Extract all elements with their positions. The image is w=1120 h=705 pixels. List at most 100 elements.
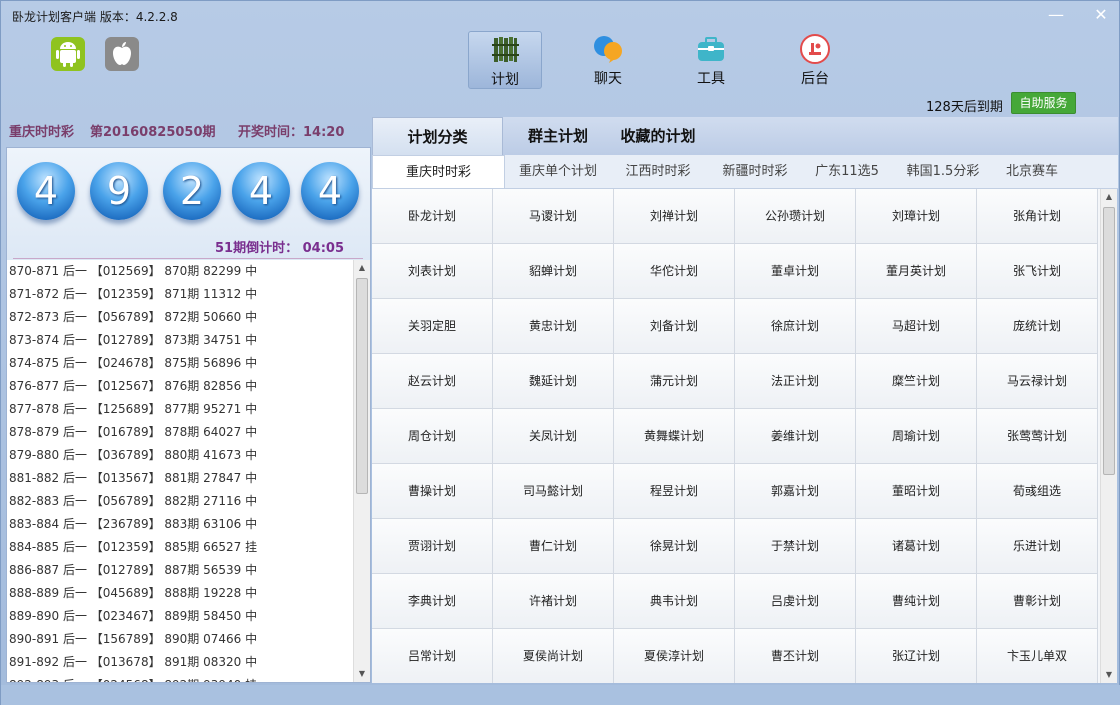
history-row: 882-883 后一 【056789】 882期 27116 中 bbox=[9, 494, 258, 508]
expire-text: 128天后到期 bbox=[926, 100, 1003, 115]
app-window: 卧龙计划客户端 版本：4.2.2.8 — ✕ 计划 聊天 工具 后台 128天后… bbox=[0, 0, 1120, 705]
nav-tools[interactable]: 工具 bbox=[674, 31, 748, 89]
plan-item[interactable]: 姜维计划 bbox=[735, 409, 856, 464]
history-row: 888-889 后一 【045689】 888期 19228 中 bbox=[9, 586, 258, 600]
plan-item[interactable]: 曹仁计划 bbox=[493, 519, 614, 574]
plan-item[interactable]: 刘璋计划 bbox=[856, 189, 977, 244]
apple-icon[interactable] bbox=[105, 37, 139, 71]
plan-item[interactable]: 典韦计划 bbox=[614, 574, 735, 629]
plan-item[interactable]: 关羽定胆 bbox=[372, 299, 493, 354]
plan-item[interactable]: 刘表计划 bbox=[372, 244, 493, 299]
plan-item[interactable]: 曹丕计划 bbox=[735, 629, 856, 683]
window-title: 卧龙计划客户端 版本：4.2.2.8 bbox=[12, 10, 178, 24]
history-row: 871-872 后一 【012359】 871期 11312 中 bbox=[9, 287, 258, 301]
nav-backend[interactable]: 后台 bbox=[778, 31, 852, 89]
minimize-button[interactable]: — bbox=[1043, 4, 1069, 26]
plan-item[interactable]: 诸葛计划 bbox=[856, 519, 977, 574]
plan-item[interactable]: 张莺莺计划 bbox=[977, 409, 1098, 464]
plan-item[interactable]: 卞玉儿单双 bbox=[977, 629, 1098, 683]
plan-item[interactable]: 刘备计划 bbox=[614, 299, 735, 354]
plan-item[interactable]: 司马懿计划 bbox=[493, 464, 614, 519]
history-row: 870-871 后一 【012569】 870期 82299 中 bbox=[9, 264, 258, 278]
result-ball: 4 bbox=[17, 162, 75, 220]
plan-item[interactable]: 董昭计划 bbox=[856, 464, 977, 519]
lottery-game: 重庆时时彩 bbox=[9, 125, 75, 140]
history-list[interactable]: 870-871 后一 【012569】 870期 82299 中 871-872 … bbox=[7, 260, 353, 682]
history-row: 892-893 后一 【024568】 892期 93940 挂 bbox=[7, 674, 353, 682]
plan-item[interactable]: 贾诩计划 bbox=[372, 519, 493, 574]
draw-time: 开奖时间：14:20 bbox=[238, 125, 345, 140]
plan-item[interactable]: 黄舞蝶计划 bbox=[614, 409, 735, 464]
scroll-thumb[interactable] bbox=[1103, 207, 1115, 475]
plan-item[interactable]: 赵云计划 bbox=[372, 354, 493, 409]
plan-item[interactable]: 张角计划 bbox=[977, 189, 1098, 244]
plan-item[interactable]: 曹操计划 bbox=[372, 464, 493, 519]
plan-item[interactable]: 李典计划 bbox=[372, 574, 493, 629]
subtab-cq-single[interactable]: 重庆单个计划 bbox=[507, 155, 609, 188]
plan-item[interactable]: 黄忠计划 bbox=[493, 299, 614, 354]
plan-item[interactable]: 张飞计划 bbox=[977, 244, 1098, 299]
scroll-up-arrow[interactable]: ▲ bbox=[354, 260, 370, 276]
plan-item[interactable]: 貂蝉计划 bbox=[493, 244, 614, 299]
plan-item[interactable]: 马谡计划 bbox=[493, 189, 614, 244]
plan-item[interactable]: 董月英计划 bbox=[856, 244, 977, 299]
nav-plan-label: 计划 bbox=[491, 72, 519, 88]
plan-item[interactable]: 许褚计划 bbox=[493, 574, 614, 629]
plan-item[interactable]: 郭嘉计划 bbox=[735, 464, 856, 519]
subtab-bjpk10[interactable]: 北京赛车 bbox=[999, 155, 1065, 188]
plan-item[interactable]: 周仓计划 bbox=[372, 409, 493, 464]
plan-item[interactable]: 蒲元计划 bbox=[614, 354, 735, 409]
plan-item[interactable]: 徐庶计划 bbox=[735, 299, 856, 354]
plan-item[interactable]: 曹彰计划 bbox=[977, 574, 1098, 629]
divider bbox=[13, 258, 363, 259]
nav-chat[interactable]: 聊天 bbox=[571, 31, 645, 89]
plan-item[interactable]: 糜竺计划 bbox=[856, 354, 977, 409]
plan-item[interactable]: 乐进计划 bbox=[977, 519, 1098, 574]
plan-item[interactable]: 夏侯淳计划 bbox=[614, 629, 735, 683]
history-row: 878-879 后一 【016789】 878期 64027 中 bbox=[9, 425, 258, 439]
plan-item[interactable]: 马云禄计划 bbox=[977, 354, 1098, 409]
plan-item[interactable]: 于禁计划 bbox=[735, 519, 856, 574]
plan-item[interactable]: 法正计划 bbox=[735, 354, 856, 409]
plan-item[interactable]: 荀彧组选 bbox=[977, 464, 1098, 519]
nav-plan[interactable]: 计划 bbox=[468, 31, 542, 89]
subtab-xjssc[interactable]: 新疆时时彩 bbox=[709, 155, 801, 188]
plan-item[interactable]: 公孙瓒计划 bbox=[735, 189, 856, 244]
plan-item[interactable]: 卧龙计划 bbox=[372, 189, 493, 244]
toolbox-icon bbox=[698, 37, 724, 61]
tab-plan-category[interactable]: 计划分类 bbox=[372, 117, 503, 155]
subtab-korea15[interactable]: 韩国1.5分彩 bbox=[893, 155, 993, 188]
plan-item[interactable]: 关凤计划 bbox=[493, 409, 614, 464]
scroll-up-arrow[interactable]: ▲ bbox=[1101, 189, 1117, 205]
history-scrollbar[interactable]: ▲ ▼ bbox=[353, 260, 370, 682]
plan-item[interactable]: 庞统计划 bbox=[977, 299, 1098, 354]
self-service-button[interactable]: 自助服务 bbox=[1011, 92, 1076, 114]
tab-favorite-plan[interactable]: 收藏的计划 bbox=[608, 117, 708, 155]
status-bar bbox=[1, 685, 1120, 705]
subtab-gd11x5[interactable]: 广东11选5 bbox=[807, 155, 887, 188]
scroll-thumb[interactable] bbox=[356, 278, 368, 494]
plan-item[interactable]: 董卓计划 bbox=[735, 244, 856, 299]
plan-item[interactable]: 马超计划 bbox=[856, 299, 977, 354]
android-icon[interactable] bbox=[51, 37, 85, 71]
plan-scrollbar[interactable]: ▲ ▼ bbox=[1100, 189, 1117, 683]
plan-item[interactable]: 曹纯计划 bbox=[856, 574, 977, 629]
plan-item[interactable]: 魏延计划 bbox=[493, 354, 614, 409]
tab-owner-plan[interactable]: 群主计划 bbox=[508, 117, 608, 155]
subtab-jxssc[interactable]: 江西时时彩 bbox=[613, 155, 703, 188]
history-row: 874-875 后一 【024678】 875期 56896 中 bbox=[9, 356, 258, 370]
close-button[interactable]: ✕ bbox=[1088, 4, 1114, 26]
plan-item[interactable]: 程昱计划 bbox=[614, 464, 735, 519]
plan-item[interactable]: 刘禅计划 bbox=[614, 189, 735, 244]
plan-item[interactable]: 夏侯尚计划 bbox=[493, 629, 614, 683]
plan-item[interactable]: 吕常计划 bbox=[372, 629, 493, 683]
scroll-down-arrow[interactable]: ▼ bbox=[354, 666, 370, 682]
plan-item[interactable]: 吕虔计划 bbox=[735, 574, 856, 629]
plan-item[interactable]: 徐晃计划 bbox=[614, 519, 735, 574]
plan-item[interactable]: 周瑜计划 bbox=[856, 409, 977, 464]
result-ball: 9 bbox=[90, 162, 148, 220]
subtab-cqssc[interactable]: 重庆时时彩 bbox=[372, 155, 505, 188]
plan-item[interactable]: 张辽计划 bbox=[856, 629, 977, 683]
scroll-down-arrow[interactable]: ▼ bbox=[1101, 667, 1117, 683]
plan-item[interactable]: 华佗计划 bbox=[614, 244, 735, 299]
